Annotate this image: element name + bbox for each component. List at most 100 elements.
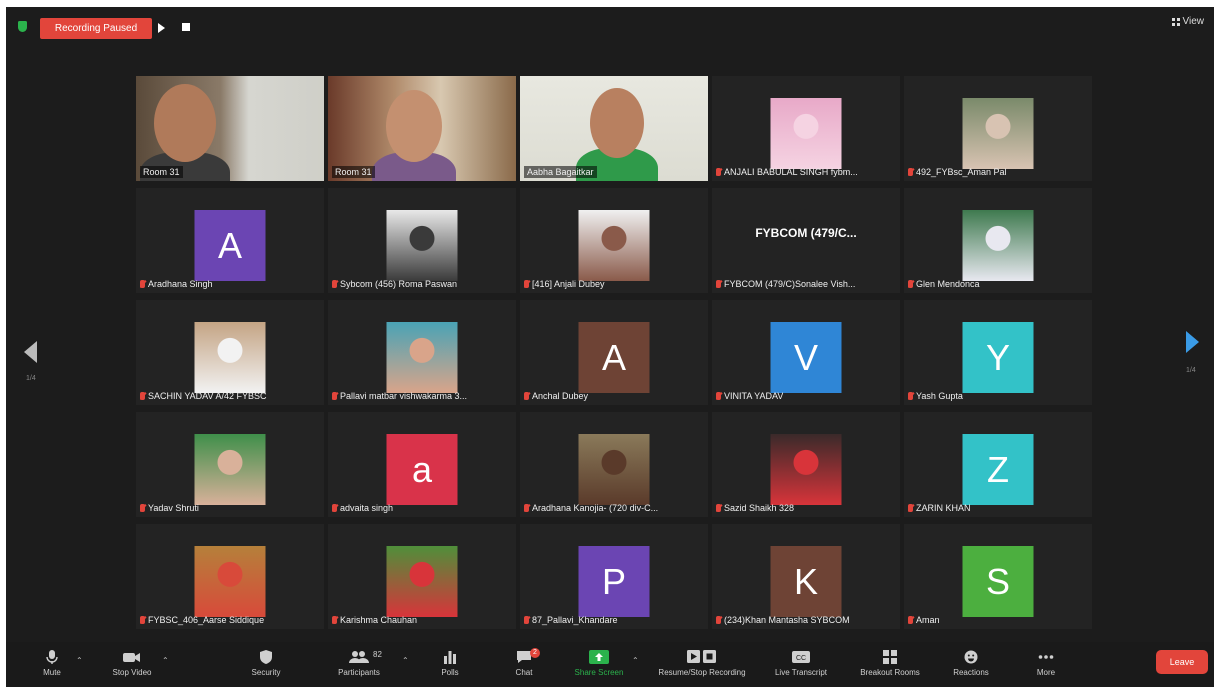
- participant-tile[interactable]: Room 31: [136, 76, 324, 181]
- participant-name-label: Room 31: [143, 167, 180, 177]
- participant-tile[interactable]: Room 31: [328, 76, 516, 181]
- muted-microphone-icon: [908, 392, 913, 400]
- participant-name: 87_Pallavi_Khandare: [524, 614, 618, 626]
- participant-tile[interactable]: Yadav Shruti: [136, 412, 324, 517]
- page-indicator-left: 1/4: [26, 375, 36, 382]
- person-face: [386, 90, 442, 162]
- profile-photo: [194, 434, 266, 505]
- participant-tile[interactable]: A Aradhana Singh: [136, 188, 324, 293]
- participant-tile[interactable]: 492_FYBsc_Aman Pal: [904, 76, 1092, 181]
- participant-tile[interactable]: Aradhana Kanojia- (720 div-C...: [520, 412, 708, 517]
- participant-name: advaita singh: [332, 502, 393, 514]
- stop-video-button[interactable]: Stop Video: [104, 642, 160, 687]
- participant-name: Room 31: [140, 166, 183, 178]
- participant-tile[interactable]: SACHIN YADAV A/42 FYBSC: [136, 300, 324, 405]
- participant-name: Glen Mendonca: [908, 278, 980, 290]
- participant-tile[interactable]: K (234)Khan Mantasha SYBCOM: [712, 524, 900, 629]
- muted-microphone-icon: [524, 616, 529, 624]
- profile-photo: [386, 322, 458, 393]
- meeting-toolbar: Mute ⌃ Stop Video ⌃ Security Participant…: [6, 642, 1214, 687]
- more-button[interactable]: More: [1026, 642, 1066, 687]
- polls-button[interactable]: Polls: [430, 642, 470, 687]
- profile-photo: [578, 434, 650, 505]
- participant-tile[interactable]: A Anchal Dubey: [520, 300, 708, 405]
- participant-name-label: Aman: [916, 615, 940, 625]
- recording-controls-icon: [687, 650, 716, 663]
- participant-name-label: Aabha Bagaitkar: [527, 167, 594, 177]
- resume-stop-recording-button[interactable]: Resume/Stop Recording: [646, 642, 758, 687]
- participant-name: Anchal Dubey: [524, 390, 588, 402]
- breakout-rooms-grid-icon: [883, 650, 897, 664]
- participant-name-label: Glen Mendonca: [916, 279, 980, 289]
- live-transcript-label: Live Transcript: [774, 668, 828, 677]
- participant-tile[interactable]: FYBCOM (479/C... FYBCOM (479/C)Sonalee Vi…: [712, 188, 900, 293]
- breakout-rooms-button[interactable]: Breakout Rooms: [852, 642, 928, 687]
- muted-microphone-icon: [908, 504, 913, 512]
- security-button[interactable]: Security: [244, 642, 288, 687]
- participant-name: ZARIN KHAN: [908, 502, 971, 514]
- participant-tile[interactable]: ANJALI BABULAL SINGH fybm...: [712, 76, 900, 181]
- profile-photo: [770, 98, 842, 169]
- previous-page-arrow-icon[interactable]: [24, 341, 37, 363]
- participant-name-label: FYBCOM (479/C)Sonalee Vish...: [724, 279, 856, 289]
- participant-name-label: (234)Khan Mantasha SYBCOM: [724, 615, 850, 625]
- participant-name-label: Yash Gupta: [916, 391, 963, 401]
- audio-options-chevron-icon[interactable]: ⌃: [76, 656, 83, 665]
- participant-name-label: Room 31: [335, 167, 372, 177]
- live-transcript-button[interactable]: CC Live Transcript: [768, 642, 834, 687]
- participant-tile[interactable]: a advaita singh: [328, 412, 516, 517]
- participant-tile[interactable]: FYBSC_406_Aarse Siddique: [136, 524, 324, 629]
- participant-tile[interactable]: S Aman: [904, 524, 1092, 629]
- participant-avatar: A: [194, 210, 266, 281]
- profile-photo: [194, 546, 266, 617]
- next-page-arrow-icon[interactable]: [1186, 331, 1199, 353]
- participant-name-label: Sazid Shaikh 328: [724, 503, 795, 513]
- leave-button[interactable]: Leave: [1156, 650, 1208, 674]
- participant-tile[interactable]: Aabha Bagaitkar: [520, 76, 708, 181]
- video-options-chevron-icon[interactable]: ⌃: [162, 656, 169, 665]
- recording-status-badge: Recording Paused: [40, 18, 152, 39]
- more-ellipsis-icon: [1038, 655, 1054, 659]
- participant-tile[interactable]: P 87_Pallavi_Khandare: [520, 524, 708, 629]
- stop-recording-icon[interactable]: [182, 23, 190, 31]
- participant-name: Sybcom (456) Roma Paswan: [332, 278, 457, 290]
- participant-tile[interactable]: V VINITA YADAV: [712, 300, 900, 405]
- participant-name-label: 87_Pallavi_Khandare: [532, 615, 618, 625]
- participant-tile[interactable]: Pallavi matbar vishwakarma 3...: [328, 300, 516, 405]
- smiley-reaction-icon: [964, 650, 978, 664]
- participant-name: Aman: [908, 614, 940, 626]
- security-label: Security: [251, 668, 281, 677]
- participant-tile[interactable]: Karishma Chauhan: [328, 524, 516, 629]
- participant-name: FYBCOM (479/C)Sonalee Vish...: [716, 278, 855, 290]
- participant-name-label: [416] Anjali Dubey: [532, 279, 605, 289]
- participants-icon: [349, 651, 369, 663]
- muted-microphone-icon: [140, 280, 145, 288]
- mute-button[interactable]: Mute: [30, 642, 74, 687]
- share-screen-button[interactable]: Share Screen: [566, 642, 632, 687]
- participant-name-label: advaita singh: [340, 503, 394, 513]
- participant-tile[interactable]: Sybcom (456) Roma Paswan: [328, 188, 516, 293]
- recording-label: Resume/Stop Recording: [658, 668, 746, 677]
- participants-label: Participants: [338, 668, 380, 677]
- page-indicator-right: 1/4: [1186, 367, 1196, 374]
- participant-avatar: V: [770, 322, 842, 393]
- participant-tile[interactable]: Y Yash Gupta: [904, 300, 1092, 405]
- muted-microphone-icon: [908, 168, 913, 176]
- participant-name-label: ZARIN KHAN: [916, 503, 971, 513]
- chat-label: Chat: [515, 668, 533, 677]
- reactions-button[interactable]: Reactions: [942, 642, 1000, 687]
- view-button[interactable]: View: [1171, 16, 1204, 27]
- encryption-shield-icon[interactable]: [18, 21, 27, 32]
- share-options-chevron-icon[interactable]: ⌃: [632, 656, 639, 665]
- muted-microphone-icon: [140, 392, 145, 400]
- participant-avatar: S: [962, 546, 1034, 617]
- participant-name-label: SACHIN YADAV A/42 FYBSC: [148, 391, 267, 401]
- participant-tile[interactable]: Glen Mendonca: [904, 188, 1092, 293]
- participant-tile[interactable]: Sazid Shaikh 328: [712, 412, 900, 517]
- resume-recording-icon[interactable]: [158, 23, 165, 33]
- participant-tile[interactable]: [416] Anjali Dubey: [520, 188, 708, 293]
- participant-tile[interactable]: Z ZARIN KHAN: [904, 412, 1092, 517]
- gallery-grid-icon: [1171, 17, 1180, 26]
- participants-options-chevron-icon[interactable]: ⌃: [402, 656, 409, 665]
- participants-button[interactable]: Participants: [326, 642, 392, 687]
